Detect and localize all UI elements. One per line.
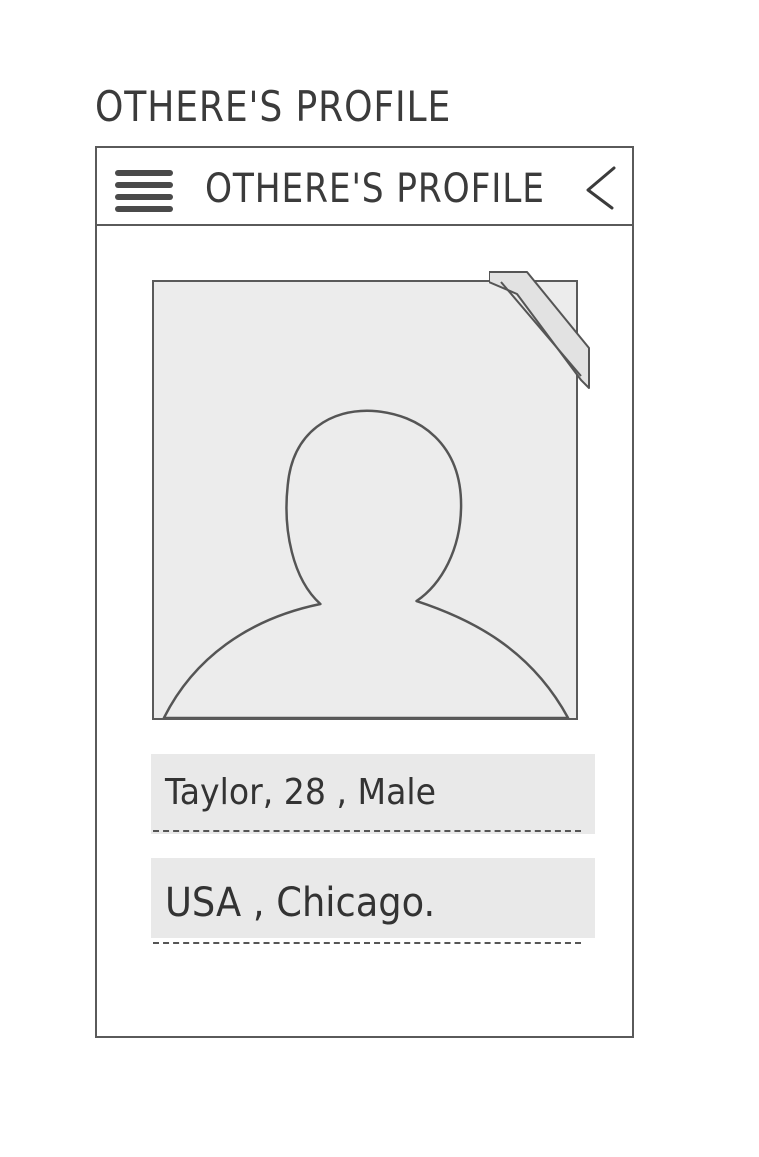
hamburger-menu-icon[interactable] — [115, 170, 173, 216]
page-title: OTHERE'S PROFILE — [95, 82, 452, 131]
chevron-left-icon[interactable] — [582, 164, 618, 212]
app-bar-title: OTHERE'S PROFILE — [205, 166, 545, 212]
dashed-underline — [153, 830, 581, 832]
name-age-gender-text: Taylor, 28 , Male — [165, 772, 436, 813]
location-field: USA , Chicago. — [151, 858, 595, 944]
phone-screen: OTHERE'S PROFILE Taylor, 28 , Male USA ,… — [95, 146, 634, 1038]
dashed-underline — [153, 942, 581, 944]
photo-corner-tape-icon — [489, 271, 590, 389]
basic-info-field: Taylor, 28 , Male — [151, 754, 595, 834]
app-bar: OTHERE'S PROFILE — [97, 148, 632, 226]
profile-photo — [152, 271, 590, 720]
location-text: USA , Chicago. — [165, 880, 436, 926]
